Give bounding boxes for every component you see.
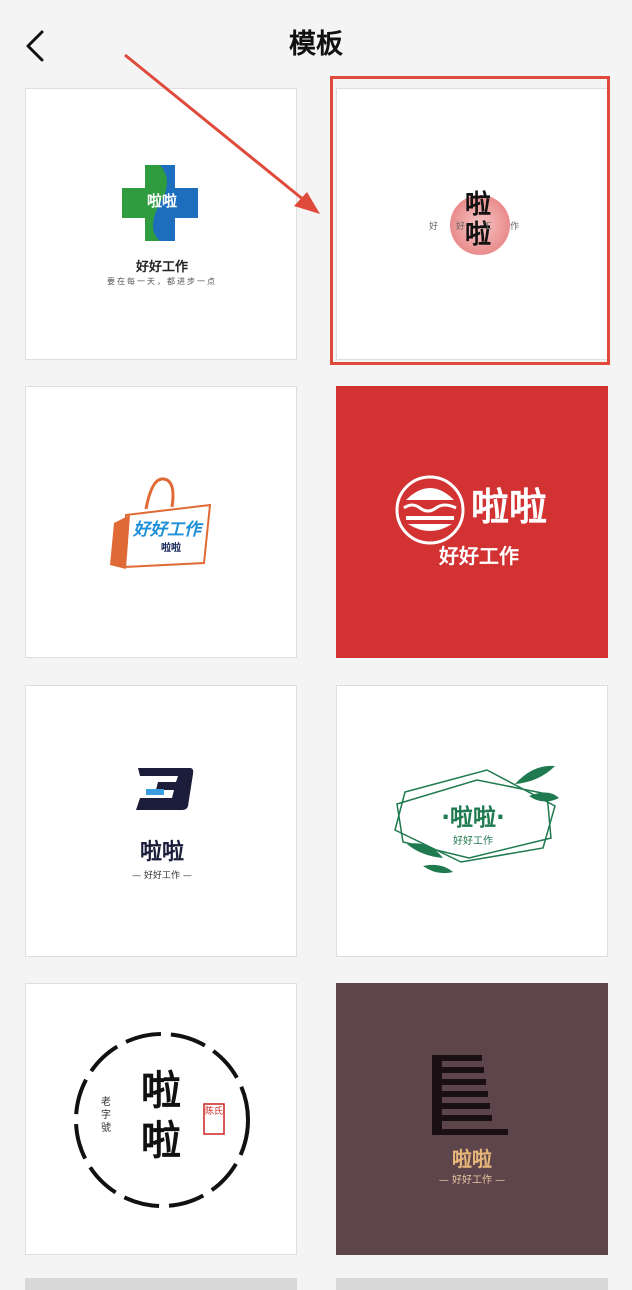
logo-name: 啦啦 bbox=[139, 840, 184, 865]
top-bar: 模板 bbox=[0, 0, 632, 80]
logo-tagline: 好好工作 bbox=[429, 222, 538, 232]
number-three-icon bbox=[136, 768, 194, 810]
template-card-3[interactable]: 好好工作 啦啦 bbox=[25, 386, 297, 658]
letter-l-icon bbox=[432, 1055, 508, 1135]
next-template-card[interactable] bbox=[25, 1278, 297, 1290]
template-card-7[interactable]: 啦啦 老字號 陈氏 bbox=[25, 983, 297, 1255]
seal-stamp: 陈氏 bbox=[204, 1107, 223, 1117]
logo-tagline: 好好工作 bbox=[439, 544, 519, 568]
logo-tagline: 好好工作 bbox=[453, 836, 493, 847]
logo-tagline: 好好工作 bbox=[135, 260, 188, 275]
logo-name: 啦啦 bbox=[146, 192, 177, 210]
page-title: 模板 bbox=[289, 29, 343, 60]
next-template-card[interactable] bbox=[336, 1278, 608, 1290]
template-card-2[interactable]: 啦啦 好好工作 bbox=[336, 88, 608, 360]
logo-name: 啦啦 bbox=[470, 485, 547, 529]
template-card-5[interactable]: 啦啦 — 好好工作 — bbox=[25, 685, 297, 957]
logo-tagline: — 好好工作 — bbox=[438, 1175, 506, 1186]
template-card-8[interactable]: 啦啦 — 好好工作 — bbox=[336, 983, 608, 1255]
logo-tagline: 好好工作 bbox=[133, 520, 201, 540]
template-card-4[interactable]: 啦啦 好好工作 bbox=[336, 386, 608, 658]
cross-logo-icon bbox=[122, 165, 198, 241]
logo-name: 啦啦 bbox=[452, 1147, 492, 1171]
logo-name: 啦啦 bbox=[161, 543, 181, 554]
logo-tagline: — 好好工作 — bbox=[132, 871, 192, 881]
side-text: 老字號 bbox=[101, 1097, 111, 1134]
template-card-6[interactable]: ·啦啦· 好好工作 bbox=[336, 685, 608, 957]
logo-name: 啦啦 bbox=[141, 1068, 181, 1164]
logo-name: ·啦啦· bbox=[441, 805, 505, 831]
logo-slogan: 要在每一天，都进步一点 bbox=[107, 277, 217, 286]
template-card-1[interactable]: 啦啦 好好工作 要在每一天，都进步一点 bbox=[25, 88, 297, 360]
